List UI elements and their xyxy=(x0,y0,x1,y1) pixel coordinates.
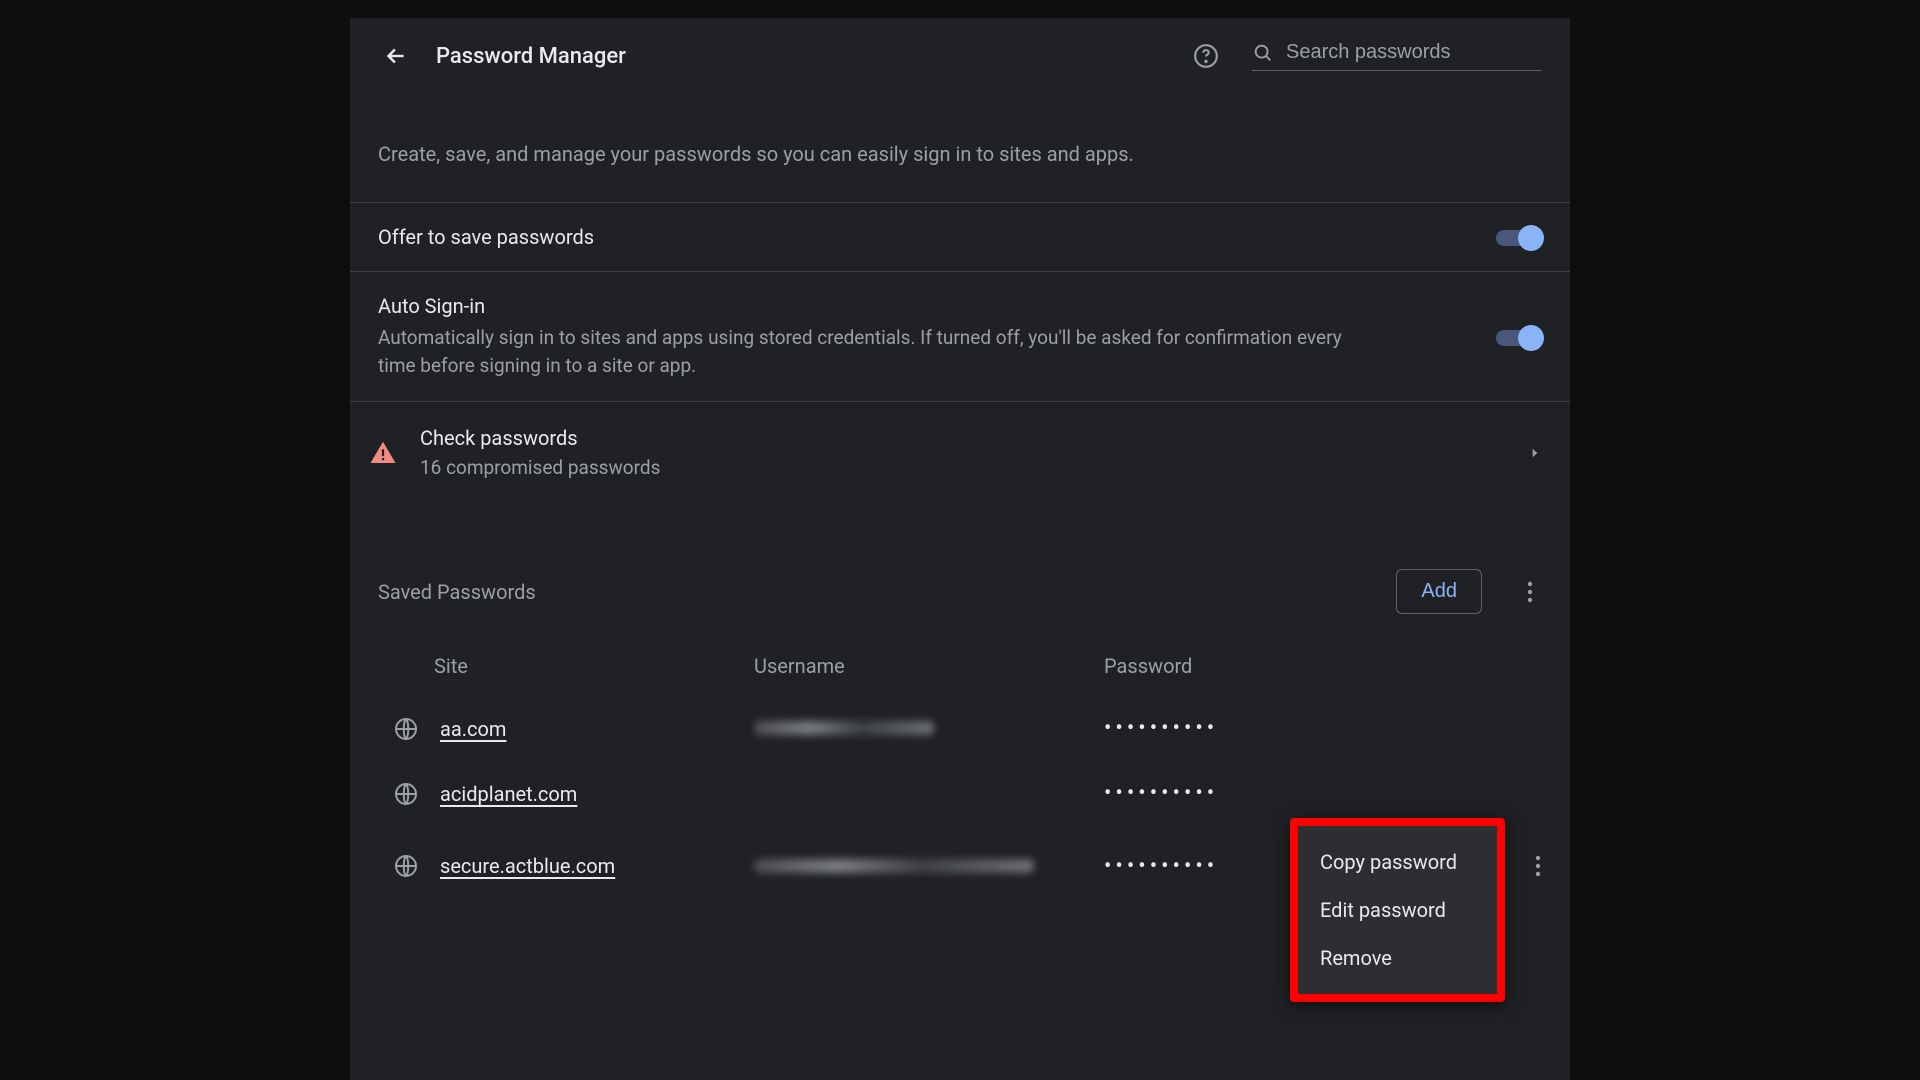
setting-auto-signin: Auto Sign-in Automatically sign in to si… xyxy=(350,272,1570,401)
context-copy-password[interactable]: Copy password xyxy=(1298,838,1497,886)
username-cell xyxy=(754,855,1104,878)
site-link[interactable]: acidplanet.com xyxy=(434,782,754,806)
auto-signin-toggle[interactable] xyxy=(1496,325,1542,349)
offer-save-toggle[interactable] xyxy=(1496,225,1542,249)
globe-icon xyxy=(394,854,418,878)
table-header: Site Username Password xyxy=(350,632,1570,696)
globe-icon xyxy=(394,717,418,741)
column-username: Username xyxy=(754,654,1104,678)
column-password: Password xyxy=(1104,654,1542,678)
password-row: acidplanet.com •••••••••• xyxy=(350,761,1570,826)
setting-description: Automatically sign in to sites and apps … xyxy=(378,324,1358,379)
saved-passwords-header: Saved Passwords Add xyxy=(350,509,1570,632)
header: Password Manager xyxy=(350,18,1570,96)
chevron-right-icon xyxy=(1528,446,1542,460)
help-icon[interactable] xyxy=(1188,38,1224,74)
saved-more-icon[interactable] xyxy=(1518,574,1542,610)
password-manager-panel: Password Manager Create, save, and manag… xyxy=(350,18,1570,1080)
row-more-icon[interactable] xyxy=(1526,846,1550,886)
warning-icon xyxy=(366,436,400,470)
setting-title: Auto Sign-in xyxy=(378,294,1496,318)
check-passwords-title: Check passwords xyxy=(420,426,1528,450)
page-title: Password Manager xyxy=(436,44,626,69)
site-link[interactable]: aa.com xyxy=(434,717,754,741)
setting-title: Offer to save passwords xyxy=(378,225,1496,249)
setting-offer-save: Offer to save passwords xyxy=(350,203,1570,271)
password-cell: •••••••••• xyxy=(1104,716,1550,741)
username-cell xyxy=(754,717,1104,740)
search-icon xyxy=(1252,42,1274,64)
intro-text: Create, save, and manage your passwords … xyxy=(350,96,1570,202)
back-button[interactable] xyxy=(378,38,414,74)
saved-passwords-title: Saved Passwords xyxy=(378,580,1396,604)
password-cell: •••••••••• xyxy=(1104,781,1550,806)
add-password-button[interactable]: Add xyxy=(1396,569,1482,614)
password-context-menu: Copy password Edit password Remove xyxy=(1290,818,1505,1002)
context-edit-password[interactable]: Edit password xyxy=(1298,886,1497,934)
password-row: aa.com •••••••••• xyxy=(350,696,1570,761)
context-remove[interactable]: Remove xyxy=(1298,934,1497,982)
check-passwords-row[interactable]: Check passwords 16 compromised passwords xyxy=(350,402,1570,509)
check-passwords-subtitle: 16 compromised passwords xyxy=(420,456,1528,479)
column-site: Site xyxy=(434,654,754,678)
globe-icon xyxy=(394,782,418,806)
site-link[interactable]: secure.actblue.com xyxy=(434,854,754,878)
search-input[interactable] xyxy=(1286,41,1542,64)
search-field[interactable] xyxy=(1252,41,1542,71)
